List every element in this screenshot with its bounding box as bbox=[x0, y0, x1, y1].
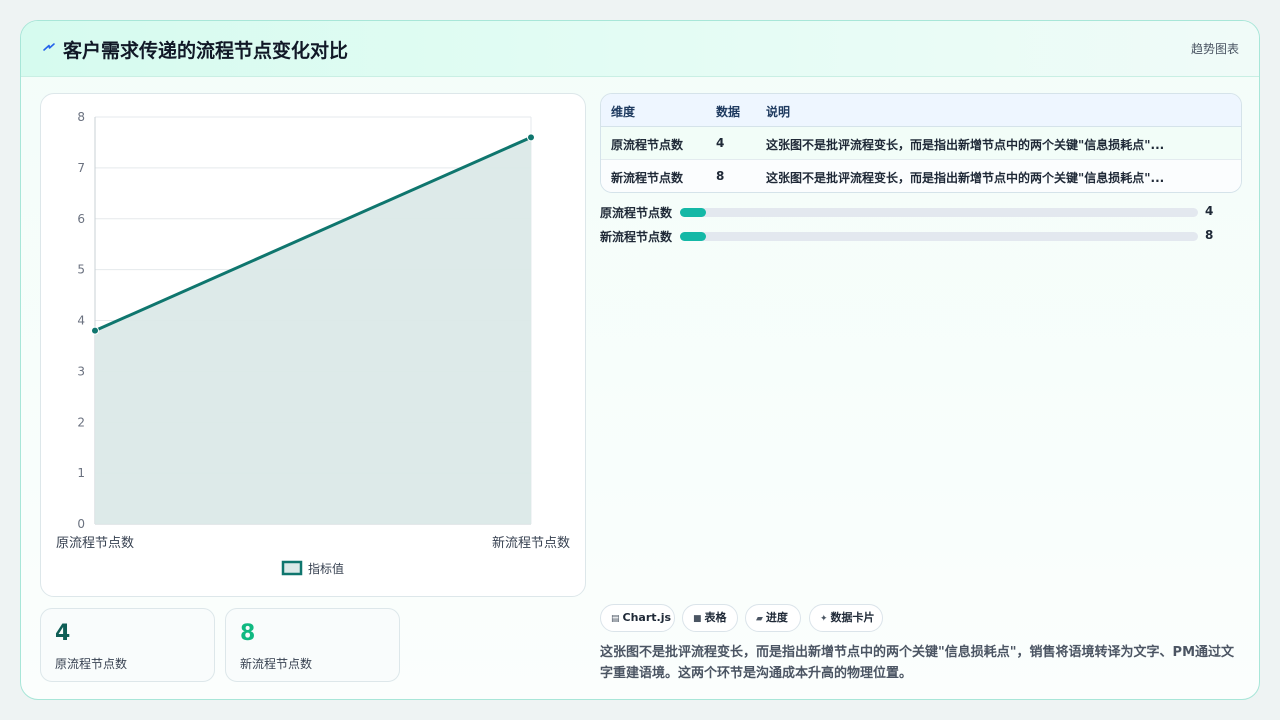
data-point bbox=[91, 326, 99, 335]
stat-card-new: 8 新流程节点数 bbox=[225, 608, 400, 682]
sparkle-icon: ✦ bbox=[820, 614, 828, 624]
progress-row-new: 新流程节点数 8 bbox=[600, 228, 1240, 244]
progress-row-original: 原流程节点数 4 bbox=[600, 204, 1240, 220]
pill-label: Chart.js bbox=[622, 611, 672, 624]
progress-track bbox=[680, 208, 1198, 217]
page-title: 客户需求传递的流程节点变化对比 bbox=[63, 40, 349, 62]
pill-chartjs[interactable]: ▤ Chart.js bbox=[600, 604, 675, 632]
lightning-icon bbox=[43, 43, 55, 51]
x-tick-label: 原流程节点数 bbox=[56, 536, 134, 551]
chart-type-tag: 趋势图表 bbox=[1190, 42, 1239, 56]
stat-value: 8 bbox=[240, 621, 256, 646]
x-tick-label: 新流程节点数 bbox=[492, 535, 570, 551]
progress-fill bbox=[680, 232, 706, 241]
pill-data-cards[interactable]: ✦ 数据卡片 bbox=[809, 604, 883, 632]
summary-text: 这张图不是批评流程变长，而是指出新增节点中的两个关键"信息损耗点"，销售将语境转… bbox=[600, 645, 1235, 681]
progress-fill bbox=[680, 208, 706, 217]
progress-track bbox=[680, 232, 1198, 241]
y-tick-label: 2 bbox=[77, 415, 85, 429]
table-row: 原流程节点数 4 这张图不是批评流程变长，而是指出新增节点中的两个关键"信息损耗… bbox=[601, 127, 1241, 160]
table-header-cell: 维度 bbox=[611, 105, 636, 119]
progress-value: 4 bbox=[1205, 204, 1214, 218]
legend-label: 指标值 bbox=[308, 561, 344, 576]
report-card: 客户需求传递的流程节点变化对比 趋势图表 0 1 2 3 4 5 6 7 8 原流程节点数 新流程节… bbox=[20, 20, 1260, 700]
progress-icon: ▰ bbox=[756, 614, 763, 624]
progress-label: 原流程节点数 bbox=[600, 206, 673, 220]
stat-card-original: 4 原流程节点数 bbox=[40, 608, 215, 682]
chart-panel: 0 1 2 3 4 5 6 7 8 原流程节点数 新流程节点数指标值 bbox=[40, 93, 586, 597]
stat-label: 原流程节点数 bbox=[55, 657, 128, 671]
data-table: 维度 数据 说明 原流程节点数 4 这张图不是批评流程变长，而是指出新增节点中的… bbox=[600, 93, 1242, 193]
table-header-row: 维度 数据 说明 bbox=[601, 94, 1241, 127]
table-cell: 原流程节点数 bbox=[611, 138, 684, 152]
y-tick-label: 0 bbox=[77, 517, 85, 531]
progress-value: 8 bbox=[1205, 228, 1214, 242]
area-fill bbox=[95, 137, 531, 524]
table-cell: 这张图不是批评流程变长，而是指出新增节点中的两个关键"信息损耗点"... bbox=[766, 171, 1165, 185]
pill-label: 数据卡片 bbox=[830, 611, 875, 624]
table-header-cell: 说明 bbox=[766, 105, 791, 119]
area-chart: 0 1 2 3 4 5 6 7 8 原流程节点数 新流程节点数指标值 bbox=[56, 110, 570, 576]
chart-icon: ▤ bbox=[611, 614, 620, 624]
table-header-cell: 数据 bbox=[716, 105, 741, 119]
y-tick-label: 5 bbox=[77, 263, 85, 277]
y-tick-label: 1 bbox=[77, 466, 85, 480]
progress-label: 新流程节点数 bbox=[600, 230, 673, 244]
legend-swatch bbox=[281, 560, 303, 576]
table-row: 新流程节点数 8 这张图不是批评流程变长，而是指出新增节点中的两个关键"信息损耗… bbox=[601, 160, 1241, 192]
pill-label: 表格 bbox=[704, 611, 727, 624]
pill-table[interactable]: ■ 表格 bbox=[682, 604, 738, 632]
y-tick-label: 8 bbox=[77, 110, 85, 124]
table-cell: 8 bbox=[716, 169, 725, 183]
table-cell: 这张图不是批评流程变长，而是指出新增节点中的两个关键"信息损耗点"... bbox=[766, 138, 1165, 152]
stat-value: 4 bbox=[55, 621, 71, 646]
table-cell: 新流程节点数 bbox=[611, 171, 684, 185]
y-tick-label: 4 bbox=[77, 314, 85, 328]
y-tick-label: 7 bbox=[77, 161, 85, 175]
table-cell: 4 bbox=[716, 136, 725, 150]
y-tick-label: 3 bbox=[77, 364, 85, 378]
stat-label: 新流程节点数 bbox=[240, 657, 313, 671]
y-tick-label: 6 bbox=[77, 212, 85, 226]
pill-progress[interactable]: ▰ 进度 bbox=[745, 604, 801, 632]
data-point bbox=[527, 133, 535, 142]
pill-label: 进度 bbox=[765, 611, 788, 624]
card-header: 客户需求传递的流程节点变化对比 趋势图表 bbox=[21, 21, 1259, 77]
table-icon: ■ bbox=[693, 614, 702, 624]
